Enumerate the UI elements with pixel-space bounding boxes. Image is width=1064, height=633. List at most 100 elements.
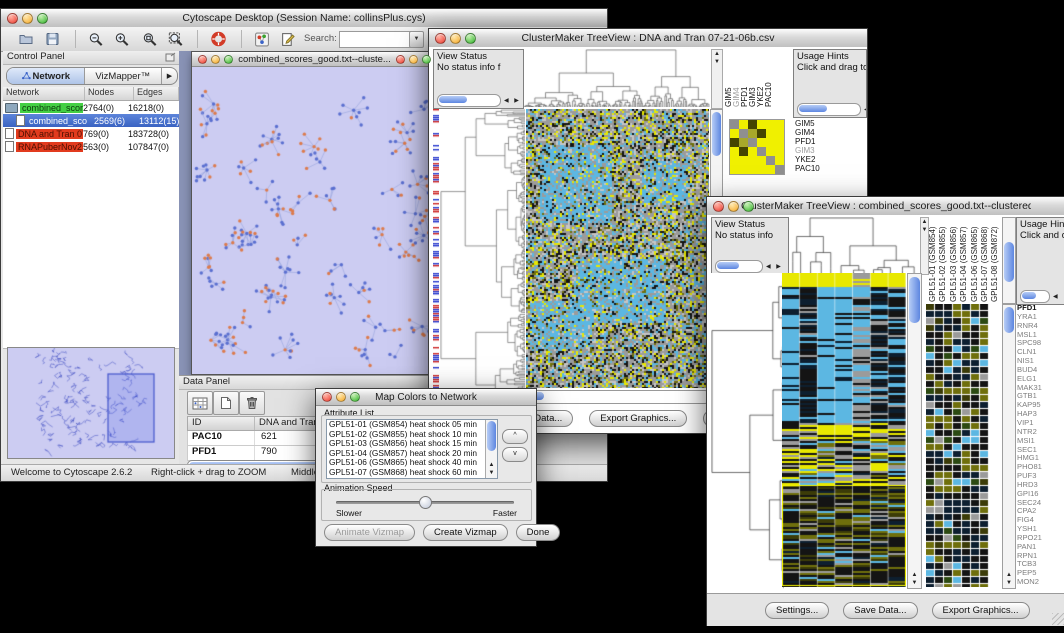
zoom-window-icon[interactable]	[37, 13, 48, 24]
scroll-up-icon[interactable]: ▲	[486, 462, 497, 469]
close-icon[interactable]	[322, 392, 332, 402]
heatmap-hscrollbar[interactable]	[526, 390, 711, 404]
attribute-list-scrollbar[interactable]: ▲ ▼	[485, 420, 497, 478]
zoom-window-icon[interactable]	[743, 201, 754, 212]
settings-button[interactable]: Settings...	[765, 602, 829, 619]
treeview2-titlebar[interactable]: ClusterMaker TreeView : combined_scores_…	[707, 197, 1064, 216]
tab-vizmapper[interactable]: VizMapper™	[85, 68, 163, 84]
zoom-window-icon[interactable]	[224, 55, 233, 64]
tabs-overflow-button[interactable]: ▶	[162, 68, 177, 84]
usage-hints-scrollbar[interactable]: ◀	[1020, 290, 1060, 302]
vizmap-icon[interactable]	[251, 29, 273, 49]
export-graphics-button[interactable]: Export Graphics...	[932, 602, 1030, 619]
zoom-window-icon[interactable]	[422, 55, 431, 64]
column-labels-scrollbar[interactable]	[1002, 217, 1016, 304]
zoom-window-icon[interactable]	[465, 33, 476, 44]
scroll-down-icon[interactable]: ▼	[1003, 580, 1015, 587]
tab-network[interactable]: Network	[7, 68, 85, 84]
col-edges[interactable]: Edges	[134, 87, 179, 100]
heatmap-vscrollbar[interactable]: ▲ ▼	[907, 273, 922, 589]
row-dendrogram[interactable]	[440, 109, 525, 401]
scroll-arrows-icon[interactable]: ◀ ▶	[864, 106, 867, 113]
attribute-list[interactable]: GPL51-01 (GSM854) heat shock 05 minGPL51…	[326, 419, 498, 479]
heatmap-global[interactable]	[782, 273, 906, 587]
col-nodes[interactable]: Nodes	[85, 87, 134, 100]
row-dendrogram[interactable]	[711, 273, 784, 589]
main-titlebar[interactable]: Cytoscape Desktop (Session Name: collins…	[1, 9, 607, 28]
network-table-row[interactable]: DNA and Tran 07769(0)183728(0)	[3, 127, 179, 140]
scroll-up-icon[interactable]: ▲	[921, 219, 928, 226]
save-icon[interactable]	[41, 29, 63, 49]
minimize-icon[interactable]	[409, 55, 418, 64]
export-graphics-button[interactable]: Export Graphics...	[589, 410, 687, 427]
open-file-icon[interactable]	[15, 29, 37, 49]
search-dropdown-arrow[interactable]: ▼	[409, 31, 424, 48]
attribute-list-item[interactable]: GPL51-07 (GSM868) heat shock 60 min	[327, 468, 497, 478]
scroll-down-icon[interactable]: ▼	[908, 580, 921, 587]
birdseye-view[interactable]	[7, 347, 175, 459]
minimize-icon[interactable]	[450, 33, 461, 44]
scroll-up-icon[interactable]: ▲	[1003, 572, 1015, 579]
column-dendrogram[interactable]	[789, 217, 919, 273]
view-status-scrollbar[interactable]: ◀ ▶	[437, 94, 521, 106]
column-dendrogram[interactable]	[524, 49, 710, 107]
heatmap-zoom-scrollbar[interactable]: ▲ ▼	[1002, 304, 1016, 589]
help-icon[interactable]	[207, 29, 229, 49]
heatmap-zoom-matrix[interactable]	[729, 119, 785, 175]
animation-speed-slider-thumb[interactable]	[419, 496, 432, 509]
annotation-icon[interactable]	[277, 29, 299, 49]
new-attribute-icon[interactable]	[213, 391, 239, 415]
move-down-button[interactable]: v	[502, 447, 528, 462]
close-icon[interactable]	[713, 201, 724, 212]
scroll-arrows-icon[interactable]: ◀ ▶	[766, 263, 783, 270]
minimize-icon[interactable]	[728, 201, 739, 212]
scroll-up-icon[interactable]: ▲	[712, 51, 722, 58]
zoom-in-icon[interactable]	[111, 29, 133, 49]
heatmap-zoom[interactable]	[926, 304, 989, 587]
done-button[interactable]: Done	[516, 524, 561, 541]
save-data-button[interactable]: Save Data...	[843, 602, 917, 619]
scroll-down-icon[interactable]: ▼	[712, 59, 722, 66]
network-name: combined_sco	[27, 116, 89, 126]
zoom-window-icon[interactable]	[350, 392, 360, 402]
move-up-button[interactable]: ^	[502, 429, 528, 444]
network-table-row[interactable]: combined_scores2764(0)16218(0)	[3, 101, 179, 114]
usage-hints-title: Usage Hints	[1017, 218, 1064, 230]
scroll-arrows-icon[interactable]: ◀ ▶	[504, 97, 521, 104]
search-input[interactable]	[339, 31, 413, 48]
zoom-selected-icon[interactable]	[165, 29, 187, 49]
scroll-arrows-icon[interactable]: ◀	[1053, 293, 1060, 300]
minimize-icon[interactable]	[22, 13, 33, 24]
create-vizmap-button[interactable]: Create Vizmap	[423, 524, 508, 541]
heatmap-global[interactable]	[526, 109, 709, 388]
scroll-down-icon[interactable]: ▼	[486, 470, 497, 477]
scroll-up-icon[interactable]: ▲	[908, 572, 921, 579]
close-icon[interactable]	[7, 13, 18, 24]
network-canvas[interactable]	[192, 67, 435, 373]
view-status-scrollbar[interactable]: ◀ ▶	[715, 260, 783, 272]
close-icon[interactable]	[198, 55, 207, 64]
minimize-icon[interactable]	[336, 392, 346, 402]
animate-vizmap-button[interactable]: Animate Vizmap	[324, 524, 415, 541]
dialog-titlebar[interactable]: Map Colors to Network	[316, 389, 536, 406]
treeview1-titlebar[interactable]: ClusterMaker TreeView : DNA and Tran 07-…	[429, 29, 867, 48]
close-icon[interactable]	[435, 33, 446, 44]
matrix-cell	[775, 138, 784, 147]
zoom-fit-icon[interactable]	[139, 29, 161, 49]
close-icon[interactable]	[396, 55, 405, 64]
zoom-out-icon[interactable]	[85, 29, 107, 49]
attribute-select-icon[interactable]	[187, 391, 213, 415]
col-id[interactable]: ID	[188, 417, 255, 430]
delete-attribute-icon[interactable]	[239, 391, 265, 415]
network-view-window-1[interactable]: combined_scores_good.txt--cluste...	[191, 51, 438, 375]
float-panel-icon[interactable]	[165, 52, 176, 62]
selection-strip[interactable]	[433, 109, 439, 401]
network-table-row[interactable]: combined_sco2569(6)13112(15)	[3, 114, 179, 127]
scroll-down-icon[interactable]: ▼	[921, 227, 928, 234]
minimize-icon[interactable]	[211, 55, 220, 64]
resize-grip[interactable]	[1052, 613, 1064, 625]
matrix-cell	[748, 138, 757, 147]
usage-hints-scrollbar[interactable]: ◀ ▶	[797, 103, 867, 115]
col-network[interactable]: Network	[3, 87, 85, 100]
column-scroll-strip[interactable]: ▲ ▼	[711, 49, 723, 109]
